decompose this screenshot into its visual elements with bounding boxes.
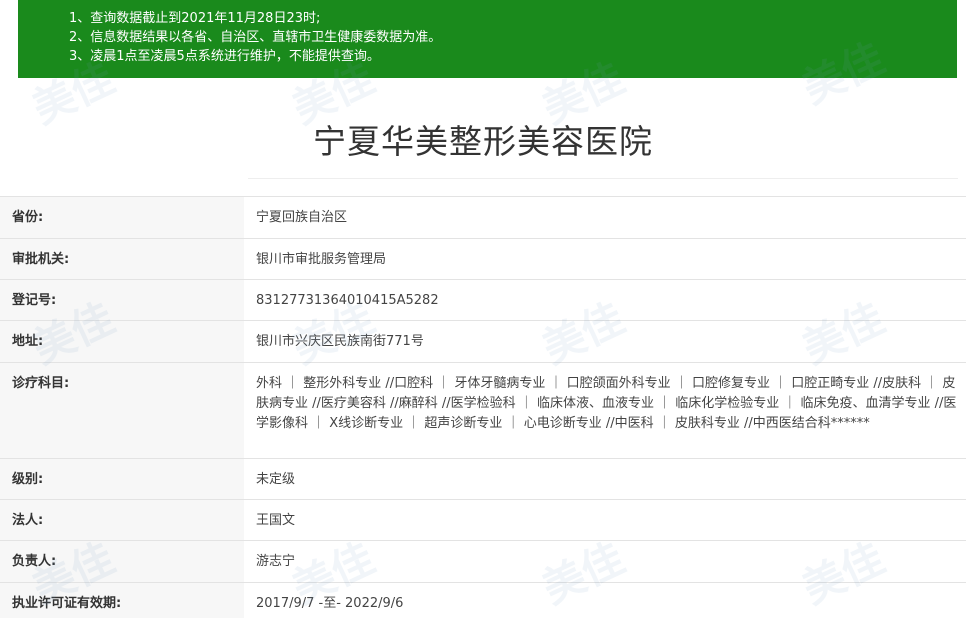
info-table: 省份: 宁夏回族自治区 审批机关: 银川市审批服务管理局 登记号: 831277… — [0, 196, 966, 618]
row-license-validity: 执业许可证有效期: 2017/9/7 -至- 2022/9/6 — [0, 582, 966, 618]
registration-number-label: 登记号: — [0, 280, 244, 320]
row-address: 地址: 银川市兴庆区民族南街771号 — [0, 320, 966, 362]
notice-banner: 1、查询数据截止到2021年11月28日23时; 2、信息数据结果以各省、自治区… — [18, 0, 957, 78]
registration-number-value: 83127731364010415A5282 — [256, 293, 439, 308]
level-value: 未定级 — [256, 472, 296, 487]
person-in-charge-label: 负责人: — [0, 541, 244, 582]
address-value: 银川市兴庆区民族南街771号 — [256, 334, 424, 349]
notice-line-3: 3、凌晨1点至凌晨5点系统进行维护，不能提供查询。 — [69, 49, 380, 64]
row-level: 级别: 未定级 — [0, 458, 966, 499]
approval-authority-label: 审批机关: — [0, 239, 244, 279]
person-in-charge-value: 游志宁 — [256, 554, 296, 569]
row-registration-number: 登记号: 83127731364010415A5282 — [0, 279, 966, 320]
level-label: 级别: — [0, 459, 244, 499]
license-validity-label: 执业许可证有效期: — [0, 583, 244, 618]
notice-line-1: 1、查询数据截止到2021年11月28日23时; — [69, 11, 321, 26]
notice-line-2: 2、信息数据结果以各省、自治区、直辖市卫生健康委数据为准。 — [69, 30, 442, 45]
hospital-title: 宁夏华美整形美容医院 — [313, 122, 653, 161]
departments-label: 诊疗科目: — [0, 363, 244, 458]
row-approval-authority: 审批机关: 银川市审批服务管理局 — [0, 238, 966, 279]
row-person-in-charge: 负责人: 游志宁 — [0, 540, 966, 582]
legal-person-value: 王国文 — [256, 513, 296, 528]
legal-person-label: 法人: — [0, 500, 244, 540]
row-departments: 诊疗科目: 外科 ｜ 整形外科专业 //口腔科 ｜ 牙体牙髓病专业 ｜ 口腔颌面… — [0, 362, 966, 458]
departments-value: 外科 ｜ 整形外科专业 //口腔科 ｜ 牙体牙髓病专业 ｜ 口腔颌面外科专业 ｜… — [256, 376, 957, 431]
row-province: 省份: 宁夏回族自治区 — [0, 196, 966, 238]
address-label: 地址: — [0, 321, 244, 362]
page: 1、查询数据截止到2021年11月28日23时; 2、信息数据结果以各省、自治区… — [0, 0, 966, 618]
approval-authority-value: 银川市审批服务管理局 — [256, 252, 387, 267]
province-value: 宁夏回族自治区 — [256, 210, 348, 225]
row-legal-person: 法人: 王国文 — [0, 499, 966, 540]
province-label: 省份: — [0, 197, 244, 238]
license-validity-value: 2017/9/7 -至- 2022/9/6 — [256, 596, 404, 611]
title-divider — [248, 178, 958, 179]
